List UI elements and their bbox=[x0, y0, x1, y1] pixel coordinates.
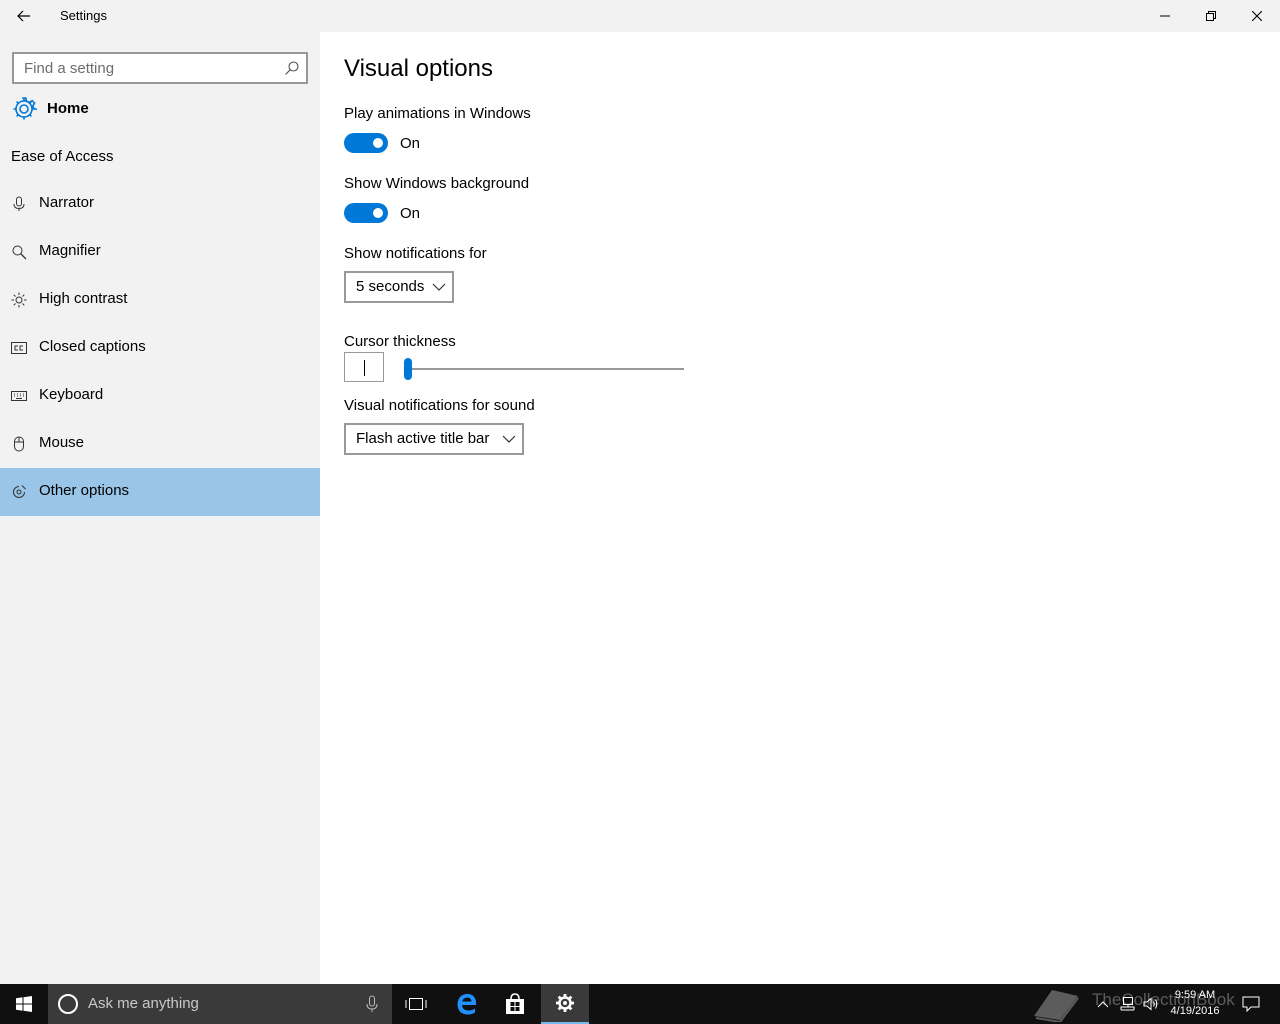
sidebar-item-label: Keyboard bbox=[39, 386, 104, 403]
network-button[interactable] bbox=[1116, 984, 1138, 1024]
cortana-placeholder: Ask me anything bbox=[88, 995, 199, 1012]
cursor-thickness-label: Cursor thickness bbox=[344, 333, 456, 350]
book-logo-icon bbox=[1034, 990, 1079, 1022]
cursor-caret bbox=[364, 360, 365, 376]
search-icon[interactable] bbox=[284, 60, 300, 76]
store-icon bbox=[506, 993, 524, 1014]
chevron-down-icon bbox=[502, 435, 516, 443]
microphone-icon[interactable] bbox=[366, 995, 378, 1013]
home-link[interactable]: Home bbox=[0, 84, 320, 132]
keyboard-icon bbox=[11, 391, 27, 401]
restore-icon bbox=[1206, 11, 1216, 21]
cortana-search-box[interactable]: Ask me anything bbox=[48, 984, 392, 1024]
cc-icon bbox=[11, 342, 27, 354]
system-clock[interactable]: 9:59 AM 4/19/2016 bbox=[1160, 987, 1230, 1021]
animations-state: On bbox=[400, 135, 421, 152]
close-button[interactable] bbox=[1234, 0, 1280, 32]
magnifier-icon bbox=[12, 245, 27, 260]
animations-toggle[interactable] bbox=[344, 133, 388, 153]
clock-date: 4/19/2016 bbox=[1170, 1005, 1220, 1017]
back-button[interactable] bbox=[0, 0, 48, 32]
sun-icon bbox=[11, 292, 27, 308]
sidebar-item-label: High contrast bbox=[39, 290, 128, 307]
task-view-icon bbox=[405, 998, 427, 1010]
chevron-down-icon bbox=[432, 283, 446, 291]
microphone-icon bbox=[13, 196, 25, 211]
windows-logo-icon bbox=[16, 996, 32, 1012]
network-icon bbox=[1120, 997, 1135, 1011]
home-label: Home bbox=[47, 100, 89, 117]
sidebar-item-magnifier[interactable]: Magnifier bbox=[0, 228, 320, 276]
restore-button[interactable] bbox=[1188, 0, 1234, 32]
slider-thumb[interactable] bbox=[404, 358, 412, 380]
clock-time: 9:59 AM bbox=[1174, 989, 1216, 1001]
settings-icon bbox=[556, 994, 574, 1012]
action-center-button[interactable] bbox=[1236, 984, 1266, 1024]
notification-icon bbox=[1242, 996, 1260, 1012]
window-title: Settings bbox=[60, 8, 107, 23]
animations-label: Play animations in Windows bbox=[344, 105, 531, 122]
main-content: Visual options Play animations in Window… bbox=[320, 32, 1280, 984]
toggle-knob bbox=[373, 208, 383, 218]
sidebar-item-label: Narrator bbox=[39, 194, 95, 211]
cursor-thickness-slider[interactable] bbox=[404, 358, 684, 380]
sidebar: Home Ease of Access Narrator Magnifier H… bbox=[0, 32, 320, 984]
cursor-preview bbox=[344, 352, 384, 382]
section-title: Ease of Access bbox=[11, 148, 114, 165]
minimize-icon bbox=[1160, 15, 1170, 17]
sidebar-item-mouse[interactable]: Mouse bbox=[0, 420, 320, 468]
background-label: Show Windows background bbox=[344, 175, 530, 192]
chevron-up-icon bbox=[1097, 1001, 1109, 1008]
sidebar-item-label: Magnifier bbox=[39, 242, 101, 259]
search-input[interactable] bbox=[14, 54, 282, 82]
store-button[interactable] bbox=[491, 984, 539, 1024]
sound-notifications-label: Visual notifications for sound bbox=[344, 397, 535, 414]
taskbar: Ask me anything TheCollectionBook 9:59 A… bbox=[0, 984, 1280, 1024]
close-icon bbox=[1252, 11, 1262, 21]
cortana-icon bbox=[58, 994, 78, 1014]
sidebar-item-label: Other options bbox=[39, 482, 130, 499]
show-hidden-icons-button[interactable] bbox=[1092, 984, 1114, 1024]
sidebar-item-label: Closed captions bbox=[39, 338, 146, 355]
sidebar-item-keyboard[interactable]: Keyboard bbox=[0, 372, 320, 420]
toggle-knob bbox=[373, 138, 383, 148]
sidebar-item-narrator[interactable]: Narrator bbox=[0, 180, 320, 228]
background-state: On bbox=[400, 205, 421, 222]
sidebar-item-high-contrast[interactable]: High contrast bbox=[0, 276, 320, 324]
page-title: Visual options bbox=[344, 55, 493, 82]
volume-button[interactable] bbox=[1140, 984, 1162, 1024]
start-button[interactable] bbox=[0, 984, 48, 1024]
sidebar-item-other-options[interactable]: Other options bbox=[0, 468, 320, 516]
slider-track bbox=[404, 368, 684, 370]
search-box[interactable] bbox=[12, 52, 308, 84]
background-toggle[interactable] bbox=[344, 203, 388, 223]
sidebar-item-closed-captions[interactable]: Closed captions bbox=[0, 324, 320, 372]
gear-icon bbox=[13, 97, 37, 120]
notifications-label: Show notifications for bbox=[344, 245, 487, 262]
title-bar: Settings bbox=[0, 0, 1280, 32]
speaker-icon bbox=[1143, 997, 1158, 1011]
minimize-button[interactable] bbox=[1142, 0, 1188, 32]
sound-notifications-value: Flash active title bar bbox=[356, 430, 490, 447]
mouse-icon bbox=[14, 436, 24, 452]
edge-button[interactable] bbox=[443, 984, 491, 1024]
sidebar-item-label: Mouse bbox=[39, 434, 85, 451]
notifications-value: 5 seconds bbox=[356, 278, 425, 295]
other-options-icon bbox=[13, 485, 26, 498]
notifications-dropdown[interactable]: 5 seconds bbox=[344, 271, 454, 303]
settings-taskbar-button[interactable] bbox=[541, 984, 589, 1024]
back-arrow-icon bbox=[17, 10, 30, 22]
edge-icon bbox=[457, 994, 477, 1015]
sound-notifications-dropdown[interactable]: Flash active title bar bbox=[344, 423, 524, 455]
task-view-button[interactable] bbox=[392, 984, 440, 1024]
